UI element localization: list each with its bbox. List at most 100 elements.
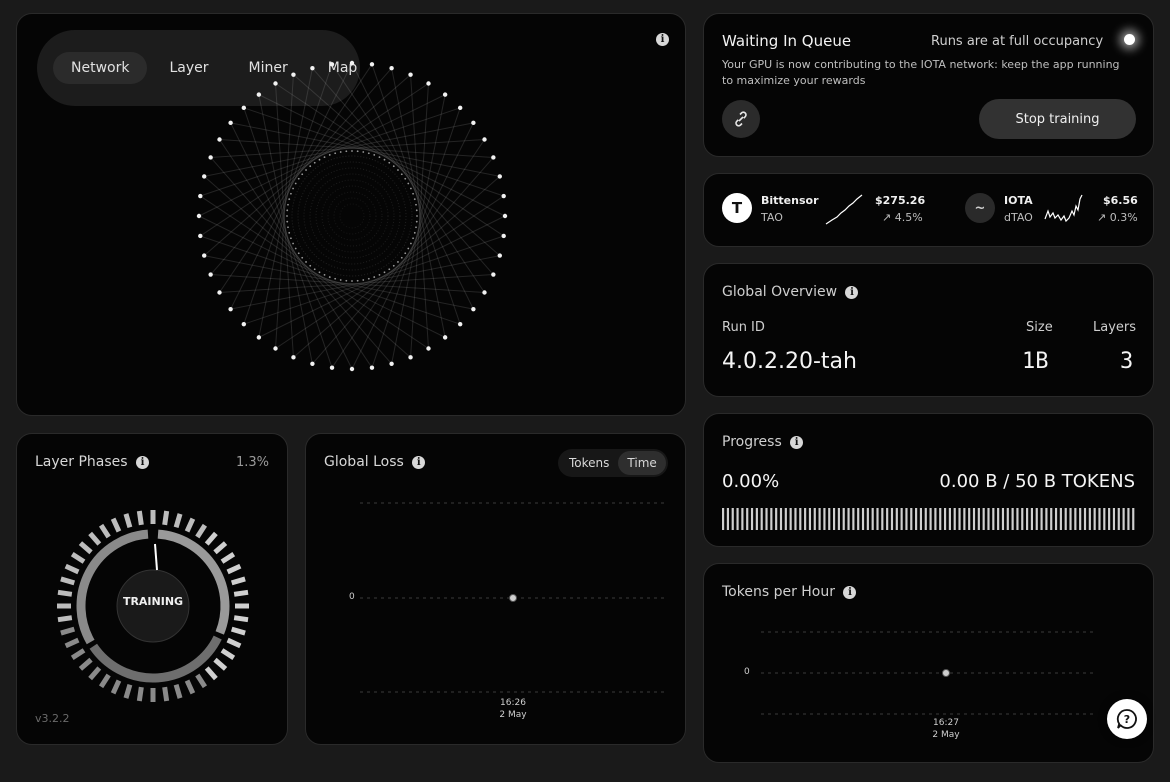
layers-label: Layers [1093, 320, 1137, 335]
network-node [471, 120, 476, 126]
bittensor-sparkline [825, 194, 863, 225]
network-node [502, 213, 508, 219]
network-node [291, 72, 296, 77]
progress-segment [818, 508, 821, 530]
tab-network[interactable]: Network [53, 52, 148, 84]
help-chat-button[interactable]: ? [1107, 699, 1147, 739]
global-loss-card: Global Loss i Tokens Time 0 16:26 2 May [305, 433, 686, 745]
progress-segment [837, 508, 840, 530]
progress-segment [1132, 508, 1135, 530]
network-node [349, 366, 355, 372]
progress-segment [726, 508, 729, 530]
progress-segment [750, 508, 754, 530]
progress-segment [866, 508, 869, 530]
network-node [217, 137, 222, 142]
bittensor-logo-icon: T [722, 193, 752, 223]
progress-segment [929, 508, 932, 530]
overview-title: Global Overview [722, 284, 838, 300]
network-node [256, 92, 262, 97]
network-node [208, 155, 213, 160]
progress-segment [934, 508, 937, 530]
network-node [457, 105, 463, 111]
network-node [208, 272, 213, 277]
phase-tick [173, 513, 183, 529]
progress-segment [987, 508, 990, 530]
queue-description: Your GPU is now contributing to the IOTA… [722, 58, 1120, 87]
network-node [291, 355, 296, 360]
progress-segment [775, 508, 778, 530]
network-node [256, 335, 262, 340]
progress-segment [871, 508, 874, 530]
network-node [408, 72, 413, 77]
progress-segment [794, 508, 797, 530]
progress-segment [1083, 508, 1087, 530]
progress-segment [828, 508, 831, 530]
progress-segment [900, 508, 903, 530]
network-node [202, 174, 207, 179]
size-value: 1B [1022, 349, 1049, 374]
progress-segment [1026, 508, 1029, 530]
network-node [198, 193, 203, 199]
network-visual-card: Network Layer Miner Map i [16, 13, 686, 416]
progress-segment [813, 508, 816, 530]
progress-segment [765, 508, 768, 530]
coin-price: $275.26 [875, 194, 926, 207]
phase-tick [226, 637, 242, 649]
progress-segment [982, 508, 985, 530]
queue-title: Waiting In Queue [722, 32, 852, 50]
version-label: v3.2.2 [35, 712, 70, 725]
network-node [310, 66, 315, 71]
stop-training-button[interactable]: Stop training [979, 99, 1136, 139]
coin-change: ↗ 4.5% [882, 211, 923, 224]
network-node [329, 62, 335, 67]
progress-segment [1001, 508, 1005, 530]
phase-tick [60, 626, 76, 636]
progress-segment [997, 508, 1000, 530]
progress-segment [953, 508, 956, 530]
progress-segment [1045, 508, 1048, 530]
phase-tick [98, 523, 111, 539]
progress-title: Progress [722, 434, 782, 450]
phase-tick [204, 666, 218, 681]
progress-segment [1006, 508, 1009, 530]
progress-segment [876, 508, 879, 530]
progress-segment [915, 508, 918, 530]
network-node [273, 81, 278, 86]
phase-tick [233, 589, 249, 597]
network-node [426, 81, 431, 86]
coin-change: ↗ 0.3% [1097, 211, 1138, 224]
phases-title: Layer Phases [35, 454, 128, 470]
phase-tick [162, 510, 170, 526]
phase-tick [230, 576, 246, 586]
queue-status-card: Waiting In Queue Runs are at full occupa… [703, 13, 1154, 157]
coin-ticker: dTAO [1004, 211, 1033, 224]
network-node [482, 137, 487, 142]
info-icon[interactable]: i [136, 455, 150, 469]
y-tick-label: 0 [349, 592, 355, 602]
progress-segment [1108, 508, 1111, 530]
phase-tick [184, 517, 196, 533]
progress-segment [1112, 508, 1116, 530]
network-node [202, 253, 207, 258]
phase-tick [60, 576, 76, 586]
progress-segment [1093, 508, 1096, 530]
progress-segment [736, 508, 739, 530]
network-node [329, 365, 335, 370]
info-icon[interactable]: i [790, 435, 804, 449]
info-icon[interactable]: i [845, 285, 859, 299]
phases-percent: 1.3% [235, 455, 269, 470]
network-node [457, 321, 463, 327]
info-icon[interactable]: i [656, 33, 669, 46]
network-node [228, 306, 233, 312]
phase-tick [173, 683, 183, 699]
status-indicator [1124, 34, 1135, 45]
phase-tick [110, 679, 122, 695]
progress-segment [1040, 508, 1043, 530]
data-point [942, 669, 950, 677]
progress-segment [804, 508, 807, 530]
progress-segment [948, 508, 951, 530]
progress-segment [1074, 508, 1077, 530]
progress-segment [789, 508, 792, 530]
coin-name: Bittensor [761, 194, 819, 207]
link-button[interactable] [722, 100, 760, 138]
